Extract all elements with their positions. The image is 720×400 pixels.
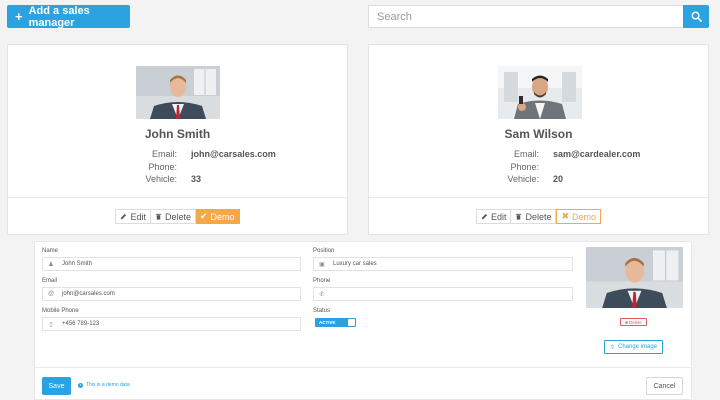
status-toggle[interactable]: ACTIVE (315, 318, 356, 327)
vehicle-label: Vehicle: (145, 174, 177, 184)
delete-photo-label: Delete (628, 319, 642, 325)
card-footer: Edit Delete ✔ Demo i (8, 197, 347, 312)
vehicle-value: 33 (191, 174, 202, 184)
phone-field[interactable]: ✆ (313, 287, 573, 301)
demo-label: Demo (572, 211, 597, 222)
manager-photo (136, 66, 220, 119)
position-field[interactable]: ▣ Luxury car sales (313, 257, 573, 271)
upload-icon: ⇧ (609, 344, 615, 351)
demo-toggle-button[interactable]: ✔ Demo (195, 209, 240, 224)
email-label: Email: (513, 149, 539, 159)
user-icon: ♟ (48, 261, 54, 268)
add-sales-manager-button[interactable]: + Add a sales manager (7, 4, 130, 29)
delete-photo-button[interactable]: ■ Delete (620, 318, 647, 326)
manager-card: Sam Wilson Email: sam@cardealer.com Phone… (368, 44, 709, 235)
delete-button[interactable]: Delete (150, 209, 196, 224)
delete-label: Delete (164, 211, 191, 222)
search-input[interactable] (368, 5, 683, 28)
manager-name: Sam Wilson (504, 127, 573, 141)
pencil-icon (481, 213, 488, 220)
plus-icon: + (15, 9, 23, 24)
close-icon: ✖ (561, 211, 570, 221)
phone-label: Phone: (148, 161, 177, 172)
email-field[interactable]: @ john@carsales.com (42, 287, 301, 301)
pencil-icon (121, 213, 127, 220)
position-label: Position (313, 248, 335, 254)
manager-card: John Smith Email: john@carsales.com Phone… (7, 44, 348, 312)
trash-icon (155, 213, 162, 220)
email-value: john@carsales.com (191, 149, 276, 159)
mobile-phone-field[interactable]: ▯ +456 789-123 (42, 317, 301, 331)
check-icon: ✔ (199, 211, 208, 221)
name-value: John Smith (62, 261, 93, 267)
position-value: Luxury car sales (333, 261, 377, 267)
demo-data-note: i This is a demo data (78, 382, 130, 388)
email-value: john@carsales.com (62, 291, 115, 297)
email-label: Email: (151, 149, 177, 159)
trash-icon: ■ (625, 319, 628, 325)
email-label: Email (42, 278, 58, 284)
form-divider (35, 367, 691, 368)
trash-icon (516, 213, 522, 220)
mobile-icon: ▯ (49, 321, 53, 328)
manager-name: John Smith (144, 127, 211, 141)
phone-label: Phone (313, 278, 331, 284)
manager-photo-large (586, 247, 683, 308)
demo-note-text: This is a demo data (86, 382, 130, 388)
card-actions: Edit Delete ✖ Demo (475, 209, 602, 224)
manager-info: Email: john@carsales.com Phone: Vehicle: 3… (124, 148, 276, 186)
save-button[interactable]: Save (42, 377, 71, 395)
toggle-knob (348, 319, 355, 326)
change-image-label: Change image (618, 344, 658, 350)
cancel-button[interactable]: Cancel (646, 377, 683, 395)
manager-info: Email: sam@cardealer.com Phone: Vehicle: 2… (486, 148, 640, 186)
delete-label: Delete (525, 211, 552, 222)
search-button[interactable] (683, 5, 709, 28)
card-actions: Edit Delete ✔ Demo i (115, 209, 240, 312)
search-bar (368, 5, 709, 28)
edit-label: Edit (130, 211, 146, 222)
name-label: Name (42, 248, 59, 254)
info-icon: i (78, 382, 83, 388)
change-image-button[interactable]: ⇧ Change image (604, 340, 663, 354)
phone-label: Phone: (510, 161, 539, 172)
add-sales-manager-label: Add a sales manager (28, 4, 90, 29)
demo-toggle-button[interactable]: ✖ Demo (556, 209, 602, 224)
phone-icon: ✆ (319, 291, 325, 298)
vehicle-label: Vehicle: (507, 174, 539, 184)
briefcase-icon: ▣ (319, 261, 325, 268)
email-value: sam@cardealer.com (553, 149, 641, 159)
card-footer: Edit Delete ✖ Demo (369, 197, 708, 235)
edit-manager-form: Name ♟ John Smith Position ▣ Luxury car … (34, 241, 692, 400)
mobile-phone-label: Mobile Phone (42, 308, 79, 314)
edit-label: Edit (490, 211, 507, 222)
vehicle-value: 20 (553, 174, 564, 184)
name-field[interactable]: ♟ John Smith (42, 257, 301, 271)
edit-button[interactable]: Edit (115, 209, 151, 224)
search-icon (691, 11, 702, 22)
at-icon: @ (47, 291, 55, 297)
delete-button[interactable]: Delete (511, 209, 557, 224)
edit-button[interactable]: Edit (475, 209, 512, 224)
status-label: Status (313, 308, 331, 314)
demo-label: Demo (210, 211, 235, 222)
mobile-value: +456 789-123 (62, 321, 100, 327)
manager-photo (498, 66, 582, 119)
status-value: ACTIVE (319, 320, 336, 325)
